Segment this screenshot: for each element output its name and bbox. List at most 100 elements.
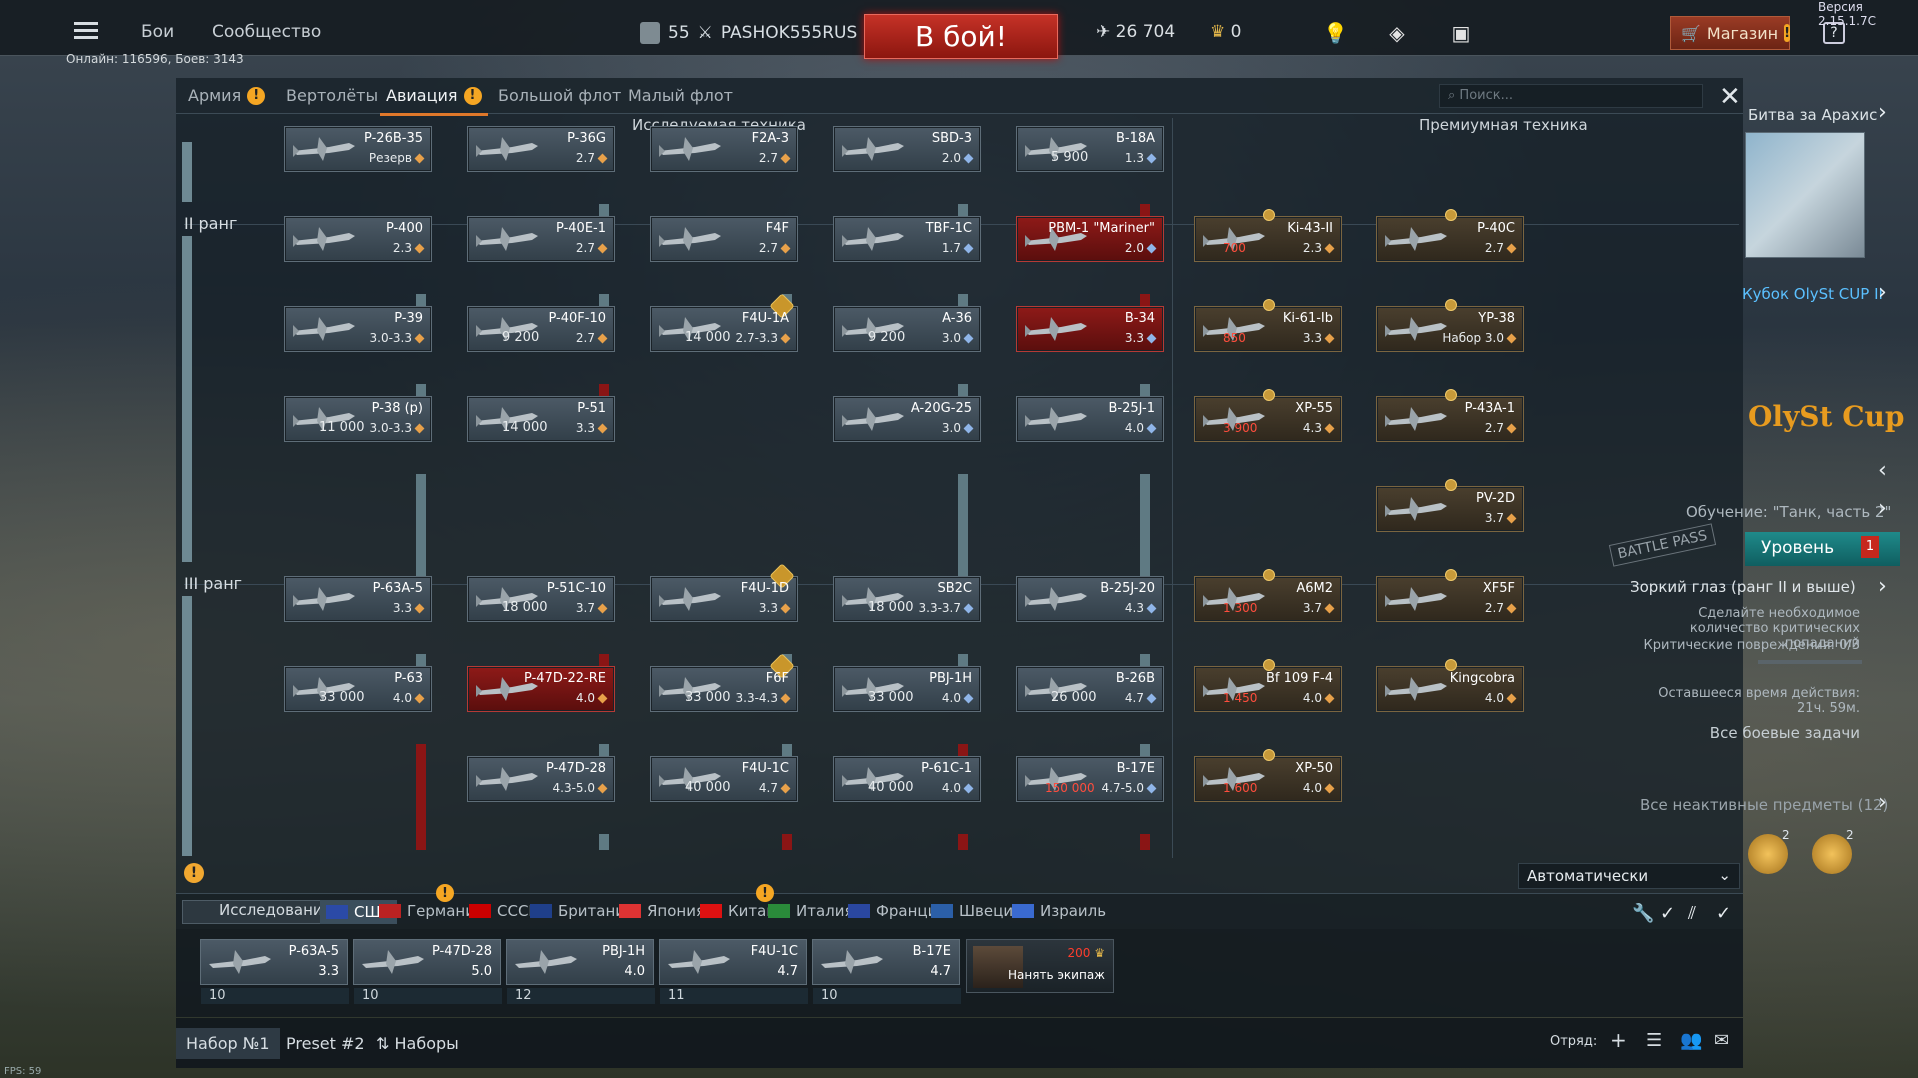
- add-squad-icon[interactable]: +: [1610, 1028, 1627, 1052]
- vehicle-card[interactable]: A-36 3.0 9 200: [833, 306, 981, 352]
- vehicle-card[interactable]: P-40C 2.7: [1376, 209, 1524, 262]
- check-icon[interactable]: ✓: [1660, 903, 1675, 924]
- vehicle-card[interactable]: TBF-1C 1.7: [833, 216, 981, 262]
- preset-2-tab[interactable]: Preset #2: [286, 1034, 365, 1053]
- multi-check-icon[interactable]: ⫽: [1688, 903, 1696, 924]
- vehicle-card[interactable]: Bf 109 F-4 4.0 1 450: [1194, 659, 1342, 712]
- vehicle-card[interactable]: SBD-3 2.0: [833, 126, 981, 172]
- tab-bluewater-fleet[interactable]: Большой флот: [498, 86, 621, 105]
- vehicle-card[interactable]: P-43A-1 2.7: [1376, 389, 1524, 442]
- chevron-right-icon[interactable]: ›: [1878, 496, 1887, 521]
- nav-battles[interactable]: Бои: [141, 22, 174, 42]
- vehicle-card[interactable]: F6F 3.3-4.3 33 000: [650, 653, 798, 712]
- nation-tab[interactable]: Италия: [768, 902, 854, 920]
- crew-slot[interactable]: B-17E 4.7 10: [812, 939, 961, 1004]
- vehicle-card[interactable]: P-63 4.0 33 000: [284, 666, 432, 712]
- vehicle-card[interactable]: B-18A 1.3 5 900: [1016, 126, 1164, 172]
- vehicle-card[interactable]: P-51 3.3 14 000: [467, 396, 615, 442]
- cup-title[interactable]: Кубок OlySt CUP II: [1742, 285, 1883, 303]
- vehicle-card[interactable]: P-47D-28 4.3-5.0: [467, 756, 615, 802]
- nav-community[interactable]: Сообщество: [212, 22, 321, 42]
- warning-icon[interactable]: !: [184, 863, 204, 883]
- chevron-right-icon[interactable]: ›: [1878, 790, 1887, 815]
- gift-icon[interactable]: ▣: [1450, 22, 1472, 44]
- tab-aviation[interactable]: Авиация!: [380, 86, 487, 116]
- vehicle-card[interactable]: P-40F-10 2.7 9 200: [467, 306, 615, 352]
- presets-button[interactable]: ⇅ Наборы: [376, 1034, 459, 1053]
- chevron-right-icon[interactable]: ›: [1878, 100, 1887, 125]
- vehicle-card[interactable]: Ki-61-Ib 3.3 850: [1194, 299, 1342, 352]
- vehicle-card[interactable]: B-25J-1 4.0: [1016, 396, 1164, 442]
- vehicle-card[interactable]: B-17E 4.7-5.0 150 000: [1016, 756, 1164, 802]
- chevron-right-icon[interactable]: ›: [1878, 574, 1887, 599]
- search-input[interactable]: ⌕ Поиск...: [1439, 84, 1703, 108]
- task-title[interactable]: Зоркий глаз (ранг II и выше): [1630, 578, 1856, 596]
- diamond-icon[interactable]: ◈: [1386, 22, 1408, 44]
- nation-tab[interactable]: Китай: [700, 902, 776, 920]
- vehicle-card[interactable]: F4F 2.7: [650, 216, 798, 262]
- auto-dropdown[interactable]: Автоматически ⌄: [1518, 863, 1740, 889]
- tab-helicopters[interactable]: Вертолёты: [286, 86, 378, 105]
- vehicle-card[interactable]: P-38 (p) 3.0-3.3 11 000: [284, 396, 432, 442]
- nation-tab[interactable]: Япония: [619, 902, 705, 920]
- list-icon[interactable]: ☰: [1646, 1030, 1662, 1051]
- vehicle-card[interactable]: A6M2 3.7 1 300: [1194, 569, 1342, 622]
- mail-icon[interactable]: ✉: [1714, 1030, 1729, 1051]
- vehicle-card[interactable]: YP-38 Набор 3.0: [1376, 299, 1524, 352]
- vehicle-card[interactable]: P-26B-35 Резерв: [284, 126, 432, 172]
- to-battle-button[interactable]: В бой!: [864, 14, 1058, 59]
- tab-army[interactable]: Армия!: [188, 86, 266, 105]
- wrench-icon[interactable]: 🔧: [1632, 903, 1654, 924]
- vehicle-card[interactable]: F2A-3 2.7: [650, 126, 798, 172]
- vehicle-card[interactable]: P-51C-10 3.7 18 000: [467, 576, 615, 622]
- menu-icon[interactable]: [74, 22, 98, 40]
- hire-crew-button[interactable]: 200 ♛ Нанять экипаж: [966, 939, 1114, 993]
- event-title[interactable]: Битва за Арахис: [1748, 106, 1877, 124]
- vehicle-card[interactable]: Kingcobra 4.0: [1376, 659, 1524, 712]
- preset-1-tab[interactable]: Набор №1: [176, 1028, 280, 1059]
- lightbulb-icon[interactable]: 💡: [1323, 22, 1348, 44]
- vehicle-card[interactable]: P-47D-22-RE 4.0: [467, 666, 615, 712]
- nation-tab[interactable]: СССР: [469, 902, 537, 920]
- vehicle-card[interactable]: F4U-1D 3.3: [650, 563, 798, 622]
- vehicle-card[interactable]: PV-2D 3.7: [1376, 479, 1524, 532]
- event-image[interactable]: [1745, 132, 1865, 258]
- close-icon[interactable]: ✕: [1719, 82, 1741, 112]
- vehicle-card[interactable]: PBM-1 "Mariner" 2.0: [1016, 216, 1164, 262]
- vehicle-card[interactable]: B-25J-20 4.3: [1016, 576, 1164, 622]
- vehicle-card[interactable]: P-61C-1 4.0 40 000: [833, 756, 981, 802]
- inactive-items-link[interactable]: Все неактивные предметы (12): [1640, 796, 1888, 814]
- check-icon[interactable]: ✓: [1716, 903, 1731, 924]
- vehicle-card[interactable]: PBJ-1H 4.0 33 000: [833, 666, 981, 712]
- vehicle-card[interactable]: Ki-43-II 2.3 700: [1194, 209, 1342, 262]
- crew-slot[interactable]: P-47D-28 5.0 10: [353, 939, 502, 1004]
- friends-icon[interactable]: 👥: [1680, 1030, 1702, 1051]
- vehicle-card[interactable]: B-34 3.3: [1016, 306, 1164, 352]
- vehicle-card[interactable]: XP-55 4.3 3 900: [1194, 389, 1342, 442]
- vehicle-card[interactable]: P-400 2.3: [284, 216, 432, 262]
- tutorial-link[interactable]: Обучение: "Танк, часть 2": [1686, 503, 1891, 521]
- vehicle-card[interactable]: F4U-1A 2.7-3.3 14 000: [650, 293, 798, 352]
- vehicle-card[interactable]: P-40E-1 2.7: [467, 216, 615, 262]
- vehicle-card[interactable]: A-20G-25 3.0: [833, 396, 981, 442]
- tab-coastal-fleet[interactable]: Малый флот: [628, 86, 733, 105]
- shop-button[interactable]: 🛒 Магазин!: [1670, 16, 1791, 50]
- vehicle-card[interactable]: P-63A-5 3.3: [284, 576, 432, 622]
- nation-tab[interactable]: Швеция: [931, 902, 1022, 920]
- vehicle-card[interactable]: B-26B 4.7 26 000: [1016, 666, 1164, 712]
- all-tasks-link[interactable]: Все боевые задачи: [1630, 724, 1860, 742]
- player-profile[interactable]: 55 ⚔ PASHOK555RUS: [640, 22, 857, 44]
- nation-tab[interactable]: Израиль: [1012, 902, 1106, 920]
- battlepass-level-button[interactable]: Уровень 1: [1745, 532, 1900, 566]
- vehicle-card[interactable]: XP-50 4.0 1 600: [1194, 749, 1342, 802]
- chevron-right-icon[interactable]: ›: [1878, 280, 1887, 305]
- vehicle-card[interactable]: P-36G 2.7: [467, 126, 615, 172]
- crew-slot[interactable]: PBJ-1H 4.0 12: [506, 939, 655, 1004]
- vehicle-card[interactable]: P-39 3.0-3.3: [284, 306, 432, 352]
- vehicle-card[interactable]: SB2C 3.3-3.7 18 000: [833, 576, 981, 622]
- chevron-left-icon[interactable]: ‹: [1878, 458, 1887, 483]
- vehicle-card[interactable]: F4U-1C 4.7 40 000: [650, 756, 798, 802]
- crew-slot[interactable]: F4U-1C 4.7 11: [659, 939, 808, 1004]
- crew-slot[interactable]: P-63A-5 3.3 10: [200, 939, 349, 1004]
- vehicle-card[interactable]: XF5F 2.7: [1376, 569, 1524, 622]
